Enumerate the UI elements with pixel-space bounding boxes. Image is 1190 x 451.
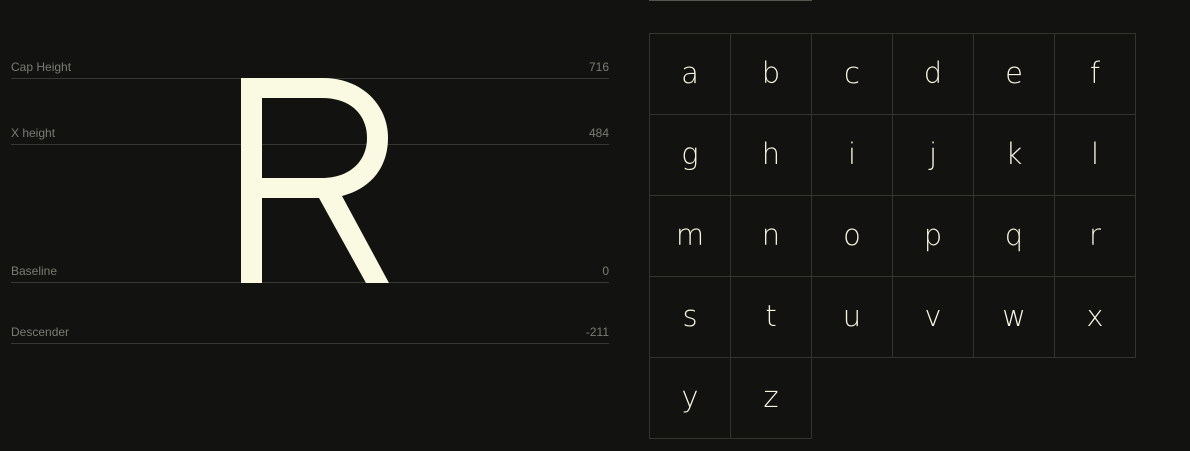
- glyph-char: a: [681, 55, 699, 90]
- glyph-cell[interactable]: p: [893, 196, 974, 277]
- glyph-cell[interactable]: d: [893, 34, 974, 115]
- glyph-char: l: [1090, 136, 1100, 171]
- tab-indicator: [649, 0, 812, 1]
- glyph-char: s: [682, 298, 698, 333]
- glyph-char: u: [842, 298, 862, 333]
- glyph-grid: a b c d e f g h i j k l m n o p q r s t u v w x y z: [649, 33, 1136, 439]
- glyph-char: e: [1005, 55, 1023, 90]
- glyph-char: j: [928, 136, 938, 171]
- descender-value: -211: [585, 325, 609, 339]
- descender-label: Descender: [11, 325, 70, 339]
- glyph-cell[interactable]: a: [650, 34, 731, 115]
- glyph-cell[interactable]: r: [1055, 196, 1136, 277]
- specimen-glyph-r: [241, 78, 389, 283]
- glyph-cell[interactable]: t: [731, 277, 812, 358]
- glyph-char: x: [1086, 298, 1104, 333]
- glyph-cell[interactable]: x: [1055, 277, 1136, 358]
- glyph-cell[interactable]: n: [731, 196, 812, 277]
- glyph-char: h: [761, 136, 781, 171]
- glyph-char: t: [765, 298, 777, 333]
- glyph-char: k: [1005, 136, 1023, 171]
- glyph-cell[interactable]: m: [650, 196, 731, 277]
- descender-guide: Descender -211: [11, 323, 609, 344]
- glyph-cell[interactable]: f: [1055, 34, 1136, 115]
- glyph-cell[interactable]: o: [812, 196, 893, 277]
- baseline-value: 0: [602, 264, 609, 278]
- glyph-cell[interactable]: v: [893, 277, 974, 358]
- glyph-char: w: [1002, 298, 1026, 333]
- glyph-cell[interactable]: b: [731, 34, 812, 115]
- glyph-char: n: [761, 217, 781, 252]
- glyph-cell[interactable]: j: [893, 115, 974, 196]
- glyph-cell[interactable]: h: [731, 115, 812, 196]
- glyph-cell[interactable]: g: [650, 115, 731, 196]
- glyph-cell[interactable]: y: [650, 358, 731, 439]
- glyph-cell[interactable]: e: [974, 34, 1055, 115]
- cap-height-label: Cap Height: [11, 60, 72, 74]
- glyph-cell[interactable]: s: [650, 277, 731, 358]
- baseline-label: Baseline: [11, 264, 58, 278]
- glyph-char: r: [1089, 217, 1101, 252]
- glyph-char: v: [924, 298, 942, 333]
- glyph-cell[interactable]: k: [974, 115, 1055, 196]
- glyph-cell[interactable]: i: [812, 115, 893, 196]
- glyph-char: m: [675, 217, 705, 252]
- glyph-char: c: [844, 55, 860, 90]
- glyph-cell[interactable]: q: [974, 196, 1055, 277]
- glyph-cell[interactable]: c: [812, 34, 893, 115]
- metrics-panel: Cap Height 716 X height 484 Baseline 0 D…: [0, 0, 640, 451]
- cap-height-value: 716: [588, 60, 609, 74]
- glyph-cell[interactable]: z: [731, 358, 812, 439]
- glyph-char: b: [761, 55, 781, 90]
- glyph-char: i: [847, 136, 857, 171]
- glyph-char: d: [923, 55, 943, 90]
- glyph-cell[interactable]: w: [974, 277, 1055, 358]
- glyph-char: q: [1004, 217, 1024, 252]
- x-height-label: X height: [11, 126, 56, 140]
- glyph-char: g: [681, 136, 699, 171]
- x-height-value: 484: [588, 126, 609, 140]
- font-specimen-page: Cap Height 716 X height 484 Baseline 0 D…: [0, 0, 1190, 451]
- glyph-char: y: [681, 379, 699, 414]
- glyph-cell[interactable]: l: [1055, 115, 1136, 196]
- glyph-char: p: [923, 217, 943, 252]
- glyph-char: z: [763, 379, 779, 414]
- glyph-cell[interactable]: u: [812, 277, 893, 358]
- glyph-char: f: [1089, 55, 1101, 90]
- glyph-char: o: [843, 217, 861, 252]
